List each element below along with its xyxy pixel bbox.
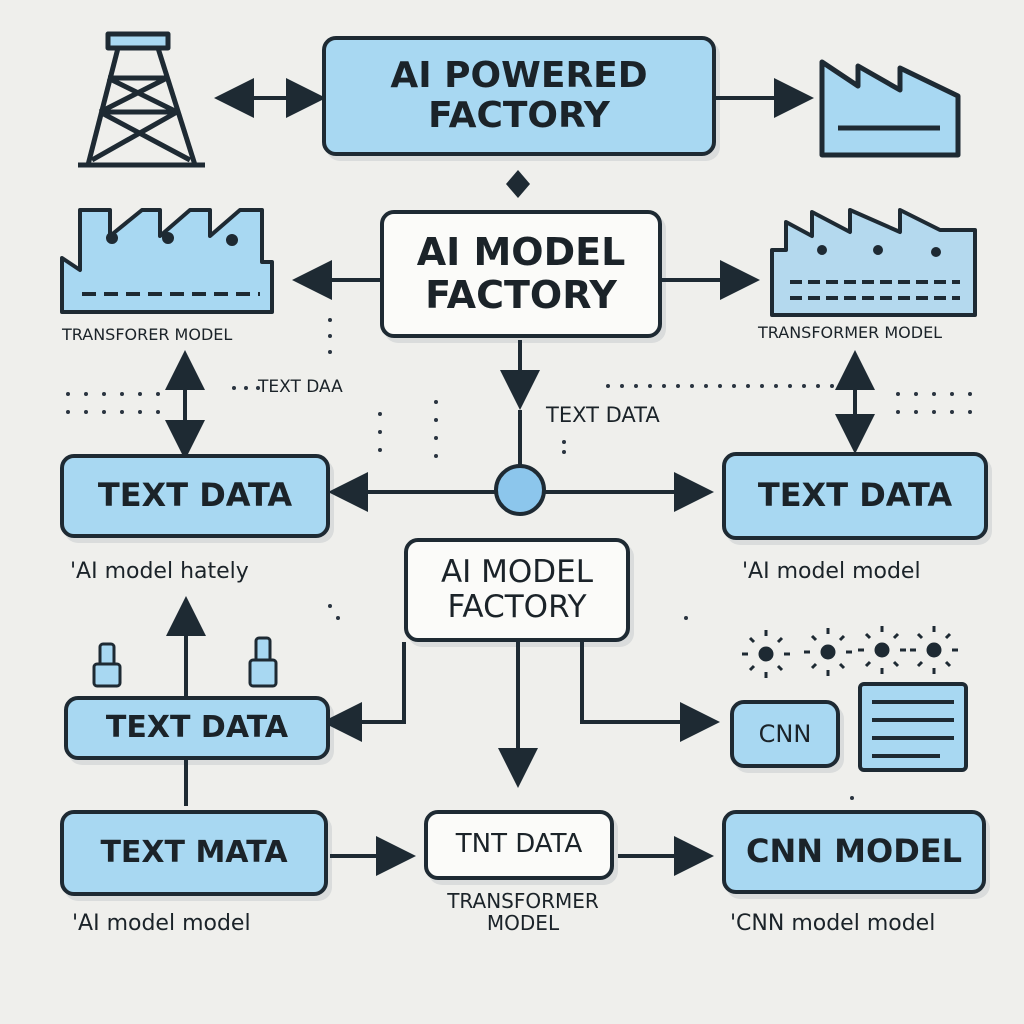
ai-model-model-left-label: 'AI model model xyxy=(72,911,251,936)
document-icon xyxy=(858,682,968,772)
oil-derrick-icon xyxy=(78,31,205,168)
cnn-model-model-label: 'CNN model model xyxy=(730,911,936,936)
text-mata-box: TEXT MATA xyxy=(60,810,328,896)
sensor-right-icon xyxy=(248,636,278,688)
sensor-left-icon xyxy=(92,642,122,688)
text-daa-label: TEXT DAA xyxy=(258,377,343,397)
dotted-line-center xyxy=(606,384,834,388)
ai-powered-factory-box: AI POWERED FACTORY xyxy=(322,36,716,156)
ai-model-factory-mid-box: AI MODEL FACTORY xyxy=(404,538,630,642)
text-data-lower-box: TEXT DATA xyxy=(64,696,330,760)
dotted-line-right xyxy=(896,392,972,396)
transformer-model-right-label: TRANSFORMER MODEL xyxy=(758,323,943,342)
ai-model-factory-top-box: AI MODEL FACTORY xyxy=(380,210,662,338)
factory-icon xyxy=(819,59,961,158)
dotted-line-mid xyxy=(232,386,260,390)
text-data-center-label: TEXT DATA xyxy=(546,403,660,427)
dotted-line-right-2 xyxy=(896,410,972,414)
text-data-left-box: TEXT DATA xyxy=(60,454,330,538)
dotted-line-left xyxy=(66,392,160,396)
ai-model-hately-label: 'AI model hately xyxy=(70,559,249,584)
cnn-model-box: CNN MODEL xyxy=(722,810,986,894)
ai-model-model-right-label: 'AI model model xyxy=(742,559,921,584)
tnt-data-box: TNT DATA xyxy=(424,810,614,880)
text-data-right-box: TEXT DATA xyxy=(722,452,988,540)
hub-node-icon xyxy=(494,464,546,516)
factory-right-icon xyxy=(770,208,977,317)
factory-left-icon xyxy=(60,208,274,314)
transformer-model-left-label: TRANSFORER MODEL xyxy=(62,325,233,344)
dotted-line-left-2 xyxy=(66,410,160,414)
cnn-small-box: CNN xyxy=(730,700,840,768)
gear-icon xyxy=(742,626,958,678)
transformer-model-bottom-label: TRANSFORMER MODEL xyxy=(447,889,599,935)
